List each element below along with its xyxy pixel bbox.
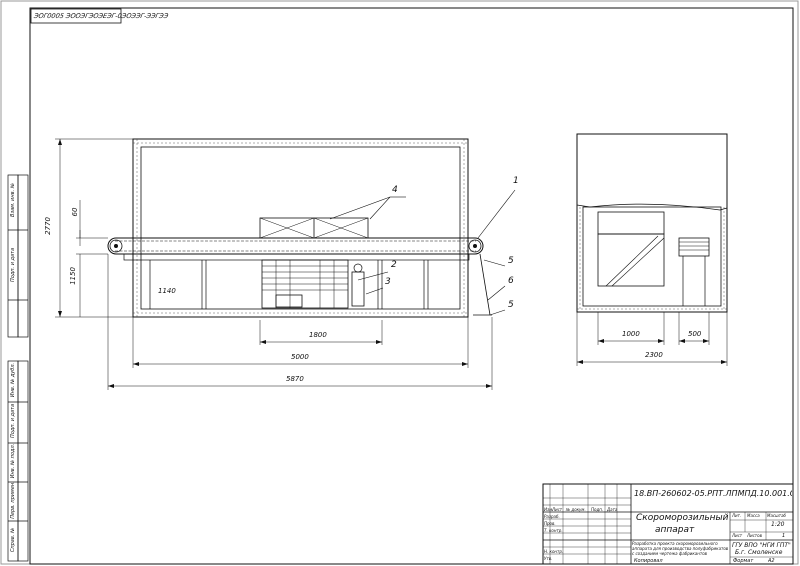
dim-width-inner: 1800 [309, 331, 327, 339]
side-label-orig: Инв. № подл. [10, 443, 16, 479]
dim-width-chamber: 5000 [291, 353, 309, 361]
position-2: 2 [391, 260, 397, 270]
position-3: 3 [385, 277, 391, 287]
side-view [576, 133, 728, 366]
side-label-dup: Инв. № дубл. [10, 362, 16, 398]
side-label-replace: Взам. инв. № [10, 183, 16, 217]
top-stamp: ЭОГ0005 ЭООЭГЭОЭЕЭГ-0ЭОЭЭГ-ЭЭГЭЭ [33, 12, 169, 20]
role-developer: Разраб. [544, 514, 560, 519]
scale-value: 1:20 [771, 521, 785, 528]
role-approved: Утв. [544, 556, 553, 561]
side-label-sign-1: Подп. и дата [10, 247, 16, 283]
drawing-title-line1: Скороморозильный [636, 513, 728, 523]
lit-label: Лит. [732, 513, 742, 518]
mass-label: Масса [747, 513, 760, 518]
role-norm-control: Н. контр. [544, 549, 564, 554]
format-label: Формат [733, 558, 754, 564]
col-sign: Подп. [591, 507, 604, 512]
role-checker: Пров. [544, 521, 556, 526]
drawing-title-line2: аппарат [655, 525, 695, 535]
position-5-lower: 5 [508, 300, 514, 310]
position-4: 4 [392, 185, 398, 195]
organization-1: ГГУ ВПО "НГИ ГПТ" [732, 542, 791, 549]
dim-width-total: 5870 [286, 375, 304, 383]
role-tech-control: Т. контр. [544, 528, 563, 533]
dim-height-lower: 1140 [158, 287, 176, 295]
col-date: Дата [607, 507, 618, 512]
dim-height-total: 2770 [44, 217, 52, 235]
sheet-label: Лист [732, 533, 743, 538]
side-label-first: Перв. примен. [10, 481, 16, 519]
position-1: 1 [513, 176, 519, 186]
organization-2: Б.г. Смоленске [735, 549, 783, 556]
dim-side-width-total: 2300 [645, 351, 663, 359]
dim-side-width-b: 500 [688, 330, 702, 338]
drawing-sheet [0, 0, 799, 565]
front-view [55, 138, 516, 390]
col-sheet: Лист [552, 507, 563, 512]
position-5-upper: 5 [508, 256, 514, 266]
dim-height-upper: 60 [71, 207, 79, 217]
col-docnum: № докум. [566, 507, 586, 512]
description: Разработка проекта скороморозильного апп… [632, 541, 729, 556]
dim-height-conveyor: 1150 [69, 267, 77, 285]
sheets-label: Листов [747, 533, 762, 538]
position-6: 6 [508, 276, 514, 286]
side-label-sign-2: Подп. и дата [10, 403, 16, 439]
doc-code: 18.ВП-260602-05.РПТ.ЛПМПД.10.001.СБ [634, 489, 792, 498]
dim-side-width-a: 1000 [622, 330, 640, 338]
copied-label: Копировал [634, 558, 663, 564]
sheets-value: 1 [782, 533, 786, 539]
format-value: A2 [768, 558, 775, 564]
side-label-ref: Справ. № [10, 527, 16, 553]
scale-label: Масштаб [767, 513, 787, 518]
